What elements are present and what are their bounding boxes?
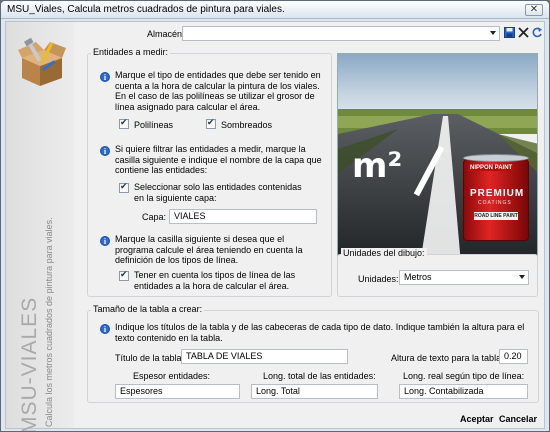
col2-header-value: Long. Total — [256, 386, 300, 396]
units-label: Unidades: — [358, 274, 399, 284]
table-title-input[interactable]: TABLA DE VIALES — [181, 349, 348, 364]
col2-header-input[interactable]: Long. Total — [251, 384, 378, 399]
app-name-vertical: MSU-VIALES — [18, 296, 41, 432]
road-paint-image: m² NIPPON PAINT PREMIUM COATINGS ROAD LI… — [337, 53, 538, 263]
table-title-label: Título de la tabla: — [115, 353, 185, 363]
window-title: MSU_Viales, Calcula metros cuadrados de … — [7, 4, 285, 15]
accept-button[interactable]: Aceptar — [460, 414, 494, 424]
linetype-checkbox[interactable] — [119, 270, 129, 281]
refresh-icon[interactable] — [532, 27, 543, 38]
can-coatings-label: COATINGS — [478, 200, 512, 206]
info-icon: i — [100, 236, 110, 246]
text-height-label: Altura de texto para la tabla: — [391, 353, 504, 363]
table-group-title: Tamaño de la tabla a crear: — [91, 304, 205, 314]
col1-header-value: Espesores — [120, 386, 163, 396]
col2-header-label: Long. total de las entidades: — [263, 371, 376, 381]
delete-icon[interactable] — [518, 27, 529, 38]
toolbox-icon — [14, 36, 68, 90]
units-combo[interactable]: Metros — [399, 270, 529, 285]
table-title-value: TABLA DE VIALES — [186, 351, 263, 361]
capa-value: VIALES — [174, 211, 206, 221]
can-premium-label: PREMIUM — [470, 188, 525, 199]
cancel-button[interactable]: Cancelar — [499, 414, 537, 424]
col3-header-input[interactable]: Long. Contabilizada — [399, 384, 528, 399]
app-description-vertical: Calcula los metros cuadrados de pintura … — [44, 217, 54, 427]
title-bar[interactable]: MSU_Viales, Calcula metros cuadrados de … — [1, 1, 549, 19]
capa-label: Capa: — [142, 212, 167, 222]
dialog-window: MSU_Viales, Calcula metros cuadrados de … — [0, 0, 550, 432]
entities-group-title: Entidades a medir: — [91, 47, 171, 57]
almacen-combo[interactable] — [182, 26, 500, 41]
units-group-title: Unidades del dibujo: — [341, 248, 427, 258]
col1-header-label: Espesor entidades: — [133, 371, 211, 381]
sidebar: MSU-VIALES Calcula los metros cuadrados … — [6, 22, 74, 431]
units-value: Metros — [404, 272, 432, 282]
can-roadline-label: ROAD LINE PAINT — [474, 212, 518, 220]
filter-info-text: Si quiere filtrar las entidades a medir,… — [115, 144, 322, 175]
paint-can: NIPPON PAINT PREMIUM COATINGS ROAD LINE … — [463, 154, 529, 241]
almacen-label: Almacén — [147, 29, 183, 39]
filter-layer-checkbox[interactable] — [119, 182, 129, 193]
polilineas-checkbox[interactable] — [119, 118, 129, 129]
info-icon: i — [100, 72, 110, 82]
can-brand-label: NIPPON PAINT — [468, 165, 515, 171]
text-height-value: 0.20 — [504, 351, 522, 361]
sombreados-checkbox[interactable] — [206, 118, 216, 129]
text-height-input[interactable]: 0.20 — [499, 349, 528, 364]
capa-input[interactable]: VIALES — [169, 209, 317, 224]
dialog-client: MSU-VIALES Calcula los metros cuadrados … — [5, 21, 545, 431]
table-info-text: Indique los títulos de la tabla y de las… — [115, 322, 525, 343]
m2-symbol: m² — [352, 146, 403, 186]
chevron-down-icon[interactable] — [490, 31, 496, 35]
filter-layer-label[interactable]: Seleccionar solo las entidades contenida… — [134, 182, 304, 203]
info-icon: i — [100, 146, 110, 156]
sombreados-label[interactable]: Sombreados — [221, 120, 272, 130]
linetype-label[interactable]: Tener en cuenta los tipos de línea de la… — [134, 270, 319, 291]
col1-header-input[interactable]: Espesores — [115, 384, 240, 399]
close-button[interactable]: ✕ — [525, 4, 543, 16]
info-icon: i — [100, 324, 110, 334]
polilineas-label[interactable]: Polilíneas — [134, 120, 173, 130]
col3-header-value: Long. Contabilizada — [404, 386, 484, 396]
chevron-down-icon[interactable] — [519, 275, 525, 279]
can-lid — [463, 154, 529, 162]
linetype-info-text: Marque la casilla siguiente si desea que… — [115, 234, 303, 265]
col3-header-label: Long. real según tipo de línea: — [403, 371, 525, 381]
save-icon[interactable] — [504, 27, 515, 38]
entities-info-text: Marque el tipo de entidades que debe ser… — [115, 70, 321, 112]
